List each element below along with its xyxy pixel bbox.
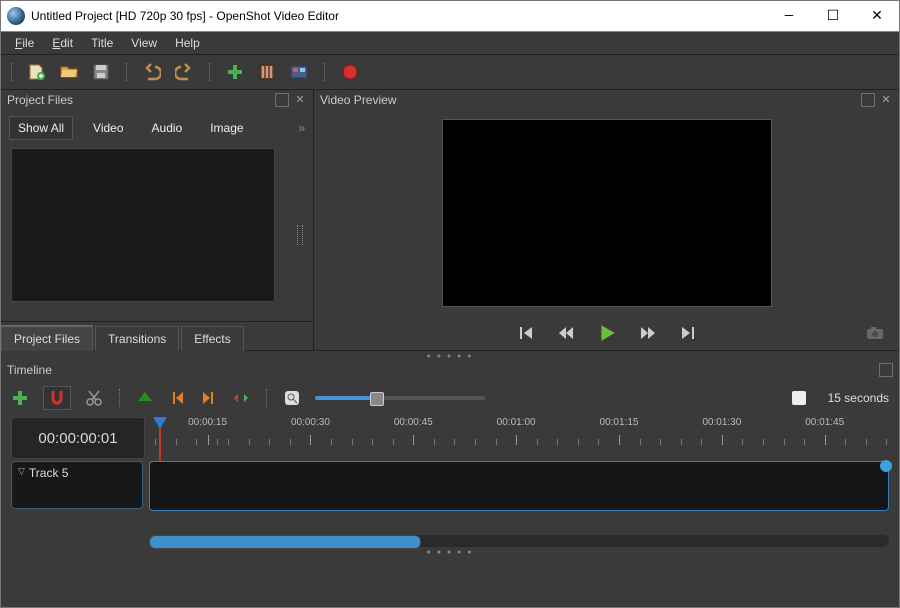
preview-video[interactable] xyxy=(442,119,772,307)
menu-view[interactable]: View xyxy=(123,34,165,52)
menu-help[interactable]: Help xyxy=(167,34,208,52)
add-track-icon[interactable] xyxy=(11,389,29,407)
titlebar[interactable]: Untitled Project [HD 720p 30 fps] - Open… xyxy=(1,1,899,32)
splitter-handle[interactable]: ● ● ● ● ● xyxy=(1,547,899,557)
timeline-area: 00:00:00:01 00:00:1500:00:3000:00:4500:0… xyxy=(1,417,899,547)
timecode-display[interactable]: 00:00:00:01 xyxy=(11,417,145,459)
dots-icon: ● ● ● ● ● xyxy=(427,549,474,556)
panel-close-icon[interactable]: ✕ xyxy=(293,93,307,107)
ruler-label: 00:00:30 xyxy=(291,417,330,428)
vertical-scroll-knob[interactable] xyxy=(880,460,892,472)
timeline-scrollbar[interactable] xyxy=(11,535,889,547)
drag-handle-icon[interactable] xyxy=(297,225,303,245)
center-playhead-icon[interactable] xyxy=(232,389,250,407)
ruler[interactable]: 00:00:15 00:00:30 00:00:45 00:01:00 00:01:15… xyxy=(151,417,889,459)
snapshot-icon[interactable] xyxy=(865,323,885,343)
files-area[interactable] xyxy=(1,144,313,321)
profile-icon[interactable] xyxy=(258,63,276,81)
tab-effects[interactable]: Effects xyxy=(181,326,243,351)
zoom-tool-icon[interactable] xyxy=(283,389,301,407)
panel-tabs: Project Files Transitions Effects xyxy=(1,321,313,350)
scrollbar-thumb[interactable] xyxy=(149,535,421,549)
razor-icon[interactable] xyxy=(85,389,103,407)
track-lane[interactable] xyxy=(149,461,889,511)
track-header[interactable]: ▽ Track 5 xyxy=(11,461,143,509)
prev-marker-icon[interactable] xyxy=(168,389,186,407)
redo-icon[interactable] xyxy=(175,63,193,81)
minimize-button[interactable]: — xyxy=(767,1,811,31)
ruler-label: 00:01:45 xyxy=(805,417,844,428)
filter-tabs: Show All Video Audio Image » xyxy=(1,110,313,144)
add-marker-icon[interactable] xyxy=(136,389,154,407)
ruler-label: 00:01:00 xyxy=(497,417,536,428)
menu-file[interactable]: File xyxy=(7,34,42,52)
playhead[interactable] xyxy=(153,417,167,429)
filter-more-icon[interactable]: » xyxy=(298,121,305,135)
splitter-handle[interactable]: ● ● ● ● ● xyxy=(1,351,899,361)
import-files-icon[interactable] xyxy=(226,63,244,81)
timeline-toolbar: 15 seconds xyxy=(1,379,899,417)
rewind-icon[interactable] xyxy=(557,324,575,342)
chevron-down-icon: ▽ xyxy=(18,466,25,477)
video-preview-panel: Video Preview ✕ xyxy=(314,90,899,350)
menu-edit[interactable]: Edit xyxy=(44,34,81,52)
fastforward-icon[interactable] xyxy=(639,324,657,342)
tab-project-files[interactable]: Project Files xyxy=(1,325,93,351)
menu-title[interactable]: Title xyxy=(83,34,121,52)
dots-icon: ● ● ● ● ● xyxy=(427,353,474,360)
app-window: Untitled Project [HD 720p 30 fps] - Open… xyxy=(0,0,900,608)
play-icon[interactable] xyxy=(597,323,617,343)
ruler-label: 00:01:15 xyxy=(600,417,639,428)
timeline-title: Timeline xyxy=(7,363,875,377)
track-name: Track 5 xyxy=(29,466,69,480)
fullscreen-icon[interactable] xyxy=(290,63,308,81)
snap-button[interactable] xyxy=(43,386,71,410)
video-preview-title: Video Preview xyxy=(320,93,857,107)
save-project-icon[interactable] xyxy=(92,63,110,81)
filter-audio[interactable]: Audio xyxy=(144,117,191,139)
close-button[interactable]: ✕ xyxy=(855,1,899,31)
tab-transitions[interactable]: Transitions xyxy=(95,326,179,351)
next-marker-icon[interactable] xyxy=(200,389,218,407)
filter-image[interactable]: Image xyxy=(202,117,251,139)
panel-close-icon[interactable]: ✕ xyxy=(879,93,893,107)
app-logo-icon xyxy=(7,7,25,25)
panel-float-icon[interactable] xyxy=(275,93,289,107)
new-project-icon[interactable] xyxy=(28,63,46,81)
playback-controls xyxy=(314,316,899,350)
panel-float-icon[interactable] xyxy=(879,363,893,377)
project-files-header: Project Files ✕ xyxy=(1,90,313,110)
file-thumbnail[interactable] xyxy=(11,148,275,302)
export-record-icon[interactable] xyxy=(341,63,359,81)
window-title: Untitled Project [HD 720p 30 fps] - Open… xyxy=(31,9,767,23)
main-toolbar xyxy=(1,55,899,90)
ruler-label: 00:00:45 xyxy=(394,417,433,428)
zoom-label: 15 seconds xyxy=(828,391,889,405)
project-files-panel: Project Files ✕ Show All Video Audio Ima… xyxy=(1,90,314,350)
jump-start-icon[interactable] xyxy=(517,324,535,342)
zoom-readout-icon xyxy=(792,391,806,405)
menubar: File Edit Title View Help xyxy=(1,32,899,55)
ruler-label: 00:01:30 xyxy=(702,417,741,428)
open-project-icon[interactable] xyxy=(60,63,78,81)
ruler-label: 00:00:15 xyxy=(188,417,227,428)
jump-end-icon[interactable] xyxy=(679,324,697,342)
maximize-button[interactable]: ☐ xyxy=(811,1,855,31)
filter-video[interactable]: Video xyxy=(85,117,131,139)
zoom-slider[interactable] xyxy=(315,396,485,400)
panel-float-icon[interactable] xyxy=(861,93,875,107)
undo-icon[interactable] xyxy=(143,63,161,81)
filter-show-all[interactable]: Show All xyxy=(9,116,73,140)
